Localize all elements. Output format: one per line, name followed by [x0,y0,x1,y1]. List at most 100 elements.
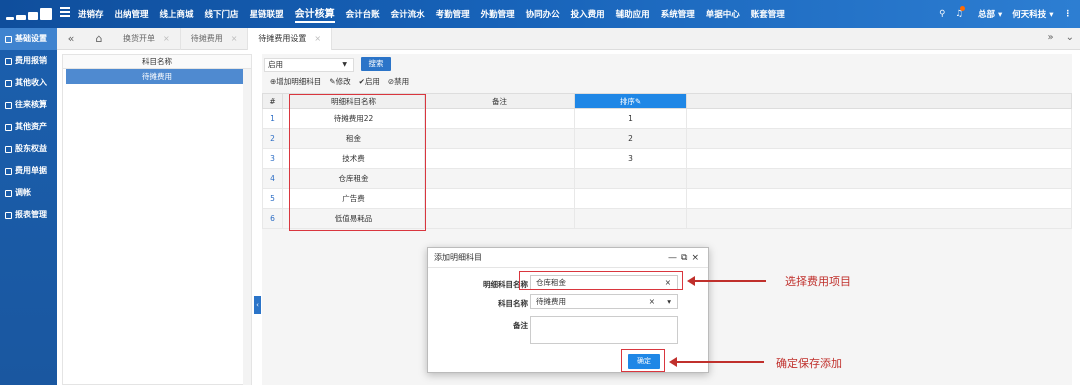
close-icon[interactable]: × [163,34,170,43]
remark-textarea[interactable] [530,316,678,344]
col-remark[interactable]: 备注 [424,93,575,109]
cell-sort [574,188,687,209]
menu-item[interactable]: 会计流水 [391,8,425,20]
menu-icon [5,189,12,197]
bell-icon[interactable]: ♫ [955,6,968,19]
cell-no: 1 [262,108,283,129]
sidebar-item-label: 报表管理 [15,210,47,219]
minimize-icon[interactable]: — [668,253,681,263]
sidebar-item[interactable]: 股东权益 [0,138,57,160]
maximize-icon[interactable]: ⧉ [681,253,691,263]
arrow-icon [687,276,766,286]
cell-no: 2 [262,128,283,149]
scrollbar[interactable] [243,69,251,385]
org-dropdown[interactable]: 总部 ▾ [978,8,1002,20]
sidebar-item[interactable]: 调帐 [0,182,57,204]
disable-button[interactable]: ⊘禁用 [388,76,409,87]
cell-filler [686,208,1072,229]
more-icon[interactable]: ⋮ [1064,9,1073,19]
menu-item[interactable]: 账套管理 [751,8,785,20]
tab-prepaid[interactable]: 待摊费用 × [181,27,249,50]
menu-item[interactable]: 协同办公 [526,8,560,20]
dialog-title: 添加明细科目 [434,253,482,262]
subject-name-select[interactable]: 待摊费用 × ▾ [530,294,678,309]
menu-item[interactable]: 进销存 [78,8,104,20]
menu-toggle-icon[interactable] [60,7,70,17]
sidebar-item-label: 调帐 [15,188,31,197]
sidebar-item[interactable]: 基础设置 [0,28,57,50]
panel-splitter-toggle[interactable]: ‹ [254,296,261,314]
enable-button[interactable]: ✔启用 [359,76,380,87]
sidebar-item[interactable]: 费用单据 [0,160,57,182]
sidebar-item-label: 其他资产 [15,122,47,131]
menu-item[interactable]: 系统管理 [661,8,695,20]
subject-name-value: 待摊费用 [536,297,566,306]
sidebar-item[interactable]: 往来核算 [0,94,57,116]
close-icon[interactable]: × [314,34,321,43]
search-icon[interactable]: ⚲ [939,9,945,19]
main-menu: 进销存 出纳管理 线上商城 线下门店 星链联盟 会计核算 会计台账 会计流水 考勤管理 外勤管理协… [78,0,785,28]
menu-item[interactable]: 出纳管理 [115,8,149,20]
menu-item[interactable]: 星链联盟 [250,8,284,20]
menu-item[interactable]: 线上商城 [160,8,194,20]
subject-list-header: 科目名称 [63,55,251,69]
cell-sort [574,168,687,189]
remark-label: 备注 [513,321,528,330]
add-detail-dialog: 添加明细科目 —⧉× 明细科目名称 仓库租金 × 科目名称 待摊费用 × ▾ 备注 确定 [427,247,709,373]
chevron-down-icon[interactable]: ▾ [667,295,671,308]
menu-icon [5,211,12,219]
close-icon[interactable]: × [691,253,703,263]
cell-sort: 1 [574,108,687,129]
add-detail-button[interactable]: ⊕增加明细科目 [270,76,321,87]
sidebar-item-label: 其他收入 [15,78,47,87]
annotation-confirm: 确定保存添加 [776,357,842,370]
cell-no: 6 [262,208,283,229]
collapse-left-icon[interactable]: « [57,32,85,45]
menu-item[interactable]: 外勤管理 [481,8,515,20]
scroll-right-icon[interactable]: » [1047,32,1053,43]
sidebar-item-label: 费用报销 [15,56,47,65]
cell-remark [424,128,575,149]
home-icon[interactable]: ⌂ [85,32,113,45]
tab-label: 换货开单 [123,33,155,43]
menu-item[interactable]: 投入费用 [571,8,605,20]
sidebar-item[interactable]: 费用报销 [0,50,57,72]
tab-prepaid-settings[interactable]: 待摊费用设置 × [248,27,333,50]
cell-sort: 3 [574,148,687,169]
cell-filler [686,128,1072,149]
clear-icon[interactable]: × [649,295,655,308]
cell-remark [424,208,575,229]
menu-item[interactable]: 会计核算 [294,5,335,23]
chevron-down-icon[interactable]: ⌄ [1066,32,1074,43]
subject-list-item[interactable]: 待摊费用 [66,69,248,84]
cell-no: 5 [262,188,283,209]
menu-item[interactable]: 辅助应用 [616,8,650,20]
detail-name-label: 明细科目名称 [483,280,528,289]
col-sort[interactable]: 排序✎ [574,93,687,109]
menu-item[interactable]: 单据中心 [706,8,740,20]
highlight-box [621,349,665,372]
menu-item[interactable]: 线下门店 [205,8,239,20]
notification-dot [960,6,966,11]
tab-exchange[interactable]: 换货开单 × [113,27,181,50]
status-select[interactable]: 启用 ▼ [264,58,354,72]
menu-icon [5,123,12,131]
col-index: # [262,93,283,109]
menu-item[interactable]: 会计台账 [346,8,380,20]
search-button[interactable]: 搜索 [361,57,391,71]
cell-no: 4 [262,168,283,189]
company-dropdown[interactable]: 何天科技 ▾ [1012,8,1053,20]
close-icon[interactable]: × [231,34,238,43]
cell-remark [424,148,575,169]
sidebar-item[interactable]: 报表管理 [0,204,57,226]
edit-button[interactable]: ✎修改 [329,76,350,87]
chevron-down-icon: ▼ [342,61,347,68]
menu-icon [5,35,12,43]
menu-icon [5,167,12,175]
sidebar-item-label: 基础设置 [15,34,47,43]
menu-item[interactable]: 考勤管理 [436,8,470,20]
sidebar-item[interactable]: 其他收入 [0,72,57,94]
sidebar-item[interactable]: 其他资产 [0,116,57,138]
col-filler [686,93,1072,109]
cell-remark [424,188,575,209]
